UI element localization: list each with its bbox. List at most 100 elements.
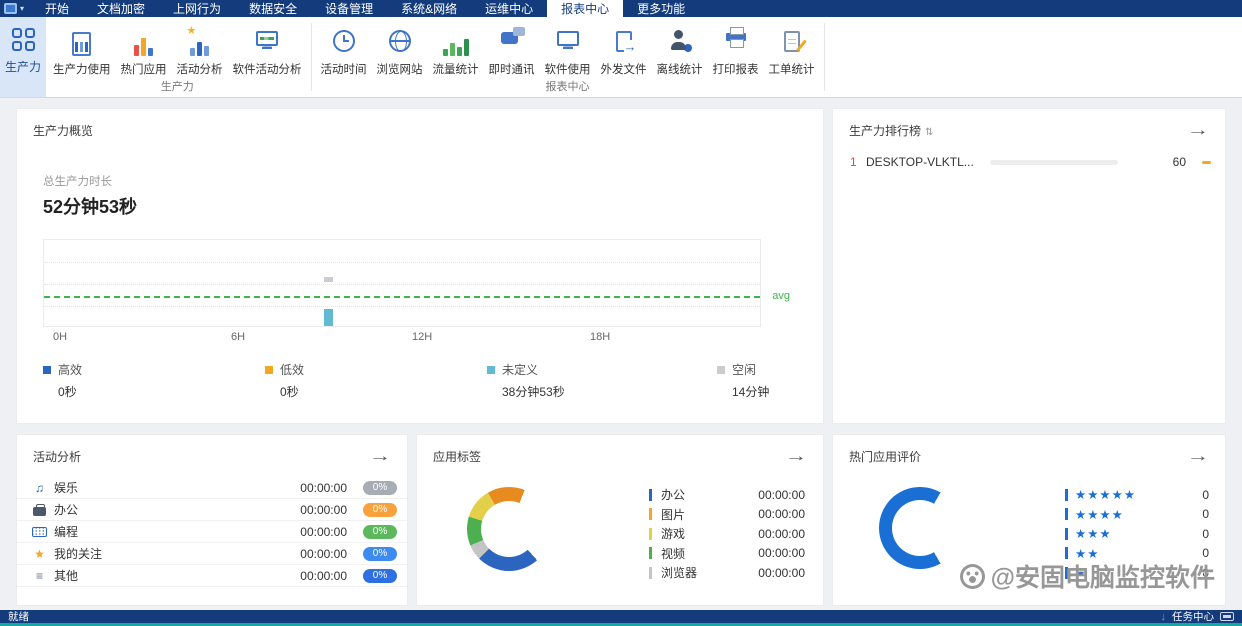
percent-badge: 0% <box>363 525 397 539</box>
menu-tab-doc-encryption[interactable]: 文档加密 <box>83 0 159 17</box>
tag-row-games: 游戏 00:00:00 <box>649 524 805 544</box>
legend-tick <box>649 508 652 520</box>
legend-tick <box>649 567 652 579</box>
watermark-logo-icon <box>960 564 985 589</box>
percent-badge: 0% <box>363 481 397 495</box>
ribbon-item-label: 外发文件 <box>601 61 647 77</box>
legend-marker <box>1202 161 1211 164</box>
activity-row-other: ≡ 其他 00:00:00 0% <box>17 565 407 587</box>
card-title: 应用标签 <box>433 448 481 465</box>
arrow-right-icon[interactable]: → <box>1187 123 1209 139</box>
activity-row-office: 办公 00:00:00 0% <box>17 499 407 521</box>
caret-down-icon: ▾ <box>20 5 24 13</box>
activity-row-my-focus: ★ 我的关注 00:00:00 0% <box>17 543 407 565</box>
menu-tab-device-mgmt[interactable]: 设备管理 <box>311 0 387 17</box>
ribbon-item-software-usage[interactable]: 软件使用 <box>540 25 596 77</box>
tag-label: 浏览器 <box>661 564 697 581</box>
bar-chart-icon <box>131 25 157 57</box>
watermark-text: @安固电脑监控软件 <box>991 558 1215 594</box>
rating-row-5: ★★★★★ 0 <box>1065 485 1209 505</box>
idle-bar <box>324 277 333 282</box>
ribbon-item-label: 活动分析 <box>177 61 223 77</box>
x-tick: 6H <box>231 331 245 343</box>
chat-icon <box>499 25 525 57</box>
menu-bar: ▾ 开始 文档加密 上网行为 数据安全 设备管理 系统&网络 运维中心 报表中心… <box>0 0 1242 17</box>
ribbon-item-ticket-stats[interactable]: 工单统计 <box>764 25 820 77</box>
printer-icon <box>723 25 749 57</box>
watermark: @安固电脑监控软件 <box>960 558 1215 594</box>
ribbon-item-outgoing-files[interactable]: 外发文件 <box>596 25 652 77</box>
ribbon-item-hot-apps[interactable]: 热门应用 <box>116 25 172 77</box>
menu-tab-report-center[interactable]: 报表中心 <box>547 0 623 17</box>
card-productivity-overview: 生产力概览 总生产力时长 52分钟53秒 avg 0H 6H 12H 18H 高… <box>16 108 824 424</box>
ribbon-item-offline-stats[interactable]: 离线统计 <box>652 25 708 77</box>
progress-track <box>990 160 1118 165</box>
total-productivity-value: 52分钟53秒 <box>43 193 137 219</box>
x-tick: 0H <box>53 331 67 343</box>
card-title: 热门应用评价 <box>849 448 921 465</box>
x-tick: 18H <box>590 331 610 343</box>
percent-badge: 0% <box>363 503 397 517</box>
ribbon-item-print-reports[interactable]: 打印报表 <box>708 25 764 77</box>
activity-time: 00:00:00 <box>300 547 347 561</box>
ribbon-item-browse-websites[interactable]: 浏览网站 <box>372 25 428 77</box>
ribbon-item-instant-messaging[interactable]: 即时通讯 <box>484 25 540 77</box>
legend-item-undefined: 未定义 38分钟53秒 <box>487 361 565 400</box>
ribbon-item-productivity-usage[interactable]: 生产力使用 <box>48 25 116 77</box>
task-center-button[interactable]: 任务中心 <box>1172 609 1214 624</box>
tag-time: 00:00:00 <box>758 546 805 560</box>
ribbon-group-label: 报表中心 <box>314 78 822 97</box>
featured-label: 生产力 <box>5 58 41 75</box>
card-title: 生产力排行榜⇅ <box>849 122 933 139</box>
menu-tab-web-behavior[interactable]: 上网行为 <box>159 0 235 17</box>
menu-tab-data-security[interactable]: 数据安全 <box>235 0 311 17</box>
legend-tick <box>1065 489 1068 501</box>
ribbon-item-label: 打印报表 <box>713 61 759 77</box>
ribbon-item-activity-time[interactable]: 活动时间 <box>316 25 372 77</box>
ribbon-separator <box>311 23 312 91</box>
app-window: ▾ 开始 文档加密 上网行为 数据安全 设备管理 系统&网络 运维中心 报表中心… <box>0 0 1242 626</box>
ribbon-item-label: 即时通讯 <box>489 61 535 77</box>
sort-icon[interactable]: ⇅ <box>925 127 933 138</box>
gridline <box>44 262 760 263</box>
status-bar: 就绪 ↓ 任务中心 <box>0 610 1242 626</box>
menu-tab-system-network[interactable]: 系统&网络 <box>387 0 471 17</box>
arrow-right-icon[interactable]: → <box>785 449 807 465</box>
ranking-row[interactable]: 1 DESKTOP-VLKTL... 60 <box>850 155 1211 169</box>
menu-tab-start[interactable]: 开始 <box>31 0 83 17</box>
activity-time: 00:00:00 <box>300 503 347 517</box>
tag-time: 00:00:00 <box>758 507 805 521</box>
app-tags-legend: 办公 00:00:00 图片 00:00:00 游戏 00:00:00 视频 0… <box>649 485 805 583</box>
card-app-tags: 应用标签 → 办公 00:00:00 图片 00:00:00 游戏 <box>416 434 824 606</box>
legend-swatch <box>717 366 725 374</box>
ribbon-item-traffic-stats[interactable]: 流量统计 <box>428 25 484 77</box>
app-menu-button[interactable]: ▾ <box>0 0 31 17</box>
productivity-featured-button[interactable]: 生产力 <box>0 17 46 97</box>
legend-item-efficient: 高效 0秒 <box>43 361 82 400</box>
undefined-bar <box>324 309 333 326</box>
arrow-right-icon[interactable]: → <box>1187 449 1209 465</box>
star-rating: ★★★ <box>1075 526 1112 541</box>
card-title: 生产力概览 <box>33 122 93 139</box>
gridline <box>44 306 760 307</box>
ribbon-item-software-activity-analysis[interactable]: 软件活动分析 <box>228 25 307 77</box>
menu-tab-ops-center[interactable]: 运维中心 <box>471 0 547 17</box>
legend-value: 14分钟 <box>732 383 769 400</box>
ribbon-item-label: 软件活动分析 <box>233 61 302 77</box>
arrow-right-icon[interactable]: → <box>369 449 391 465</box>
tag-time: 00:00:00 <box>758 527 805 541</box>
productivity-timeline-chart: avg <box>43 239 761 327</box>
ribbon-item-activity-analysis[interactable]: 活动分析 <box>172 25 228 77</box>
x-tick: 12H <box>412 331 432 343</box>
legend-label: 空闲 <box>732 361 756 378</box>
screen-icon[interactable] <box>1220 612 1234 621</box>
ribbon-item-label: 软件使用 <box>545 61 591 77</box>
menu-tab-more[interactable]: 更多功能 <box>623 0 699 17</box>
monitor-icon <box>555 25 581 57</box>
legend-label: 未定义 <box>502 361 538 378</box>
ranking-value: 60 <box>1173 155 1186 169</box>
legend-label: 低效 <box>280 361 304 378</box>
ribbon-group-productivity: 生产力使用 热门应用 活动分析 软件活动分析 生产力 <box>46 17 309 97</box>
percent-badge: 0% <box>363 569 397 583</box>
total-productivity-label: 总生产力时长 <box>43 173 112 189</box>
